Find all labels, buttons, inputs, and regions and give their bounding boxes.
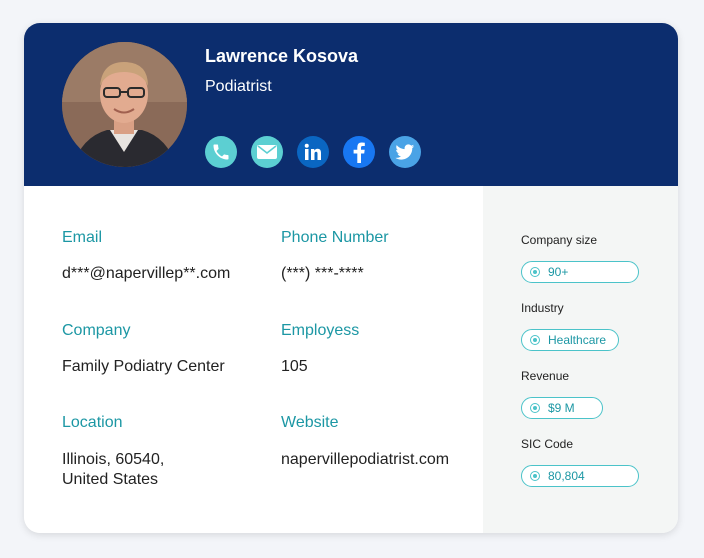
industry-value: Healthcare bbox=[548, 333, 607, 347]
company-summary: Company size 90+ Industry Healthcare Rev… bbox=[483, 186, 678, 533]
avatar bbox=[62, 42, 187, 167]
profile-header: Lawrence Kosova Podiatrist bbox=[24, 23, 678, 186]
company-value: Family Podiatry Center bbox=[62, 358, 225, 375]
sic-code-label: SIC Code bbox=[521, 437, 574, 451]
contact-details: Email d***@napervillep**.com Phone Numbe… bbox=[24, 186, 483, 533]
facebook-icon[interactable] bbox=[343, 136, 375, 168]
website-label: Website bbox=[281, 414, 339, 431]
radio-dot-icon bbox=[530, 335, 540, 345]
location-label: Location bbox=[62, 414, 123, 431]
company-size-value: 90+ bbox=[548, 265, 569, 279]
email-label: Email bbox=[62, 229, 103, 246]
company-size-label: Company size bbox=[521, 233, 598, 247]
employees-value: 105 bbox=[281, 358, 308, 375]
email-icon[interactable] bbox=[251, 136, 283, 168]
twitter-icon[interactable] bbox=[389, 136, 421, 168]
revenue-pill: $9 M bbox=[521, 397, 603, 419]
avatar-photo bbox=[62, 42, 187, 167]
website-value[interactable]: napervillepodiatrist.com bbox=[281, 450, 449, 470]
profile-name: Lawrence Kosova bbox=[205, 46, 359, 66]
revenue-label: Revenue bbox=[521, 369, 570, 383]
phone-value[interactable]: (***) ***-**** bbox=[281, 264, 364, 284]
sic-code-value: 80,804 bbox=[548, 469, 585, 483]
phone-label: Phone Number bbox=[281, 229, 389, 246]
industry-label: Industry bbox=[521, 301, 564, 315]
contact-card: Lawrence Kosova Podiatrist Email d***@na… bbox=[24, 23, 678, 533]
industry-pill: Healthcare bbox=[521, 329, 620, 351]
phone-icon[interactable] bbox=[205, 136, 237, 168]
social-links bbox=[205, 136, 421, 168]
radio-dot-icon bbox=[530, 403, 540, 413]
company-size-pill: 90+ bbox=[521, 261, 639, 283]
sic-code-pill: 80,804 bbox=[521, 465, 639, 487]
location-value-line1: Illinois, 60540, bbox=[62, 451, 165, 468]
company-label: Company bbox=[62, 322, 131, 339]
profile-title: Podiatrist bbox=[205, 78, 272, 95]
employees-label: Employess bbox=[281, 322, 360, 339]
radio-dot-icon bbox=[530, 267, 540, 277]
radio-dot-icon bbox=[530, 471, 540, 481]
revenue-value: $9 M bbox=[548, 401, 575, 415]
location-value-line2: United States bbox=[62, 471, 159, 488]
email-value[interactable]: d***@napervillep**.com bbox=[62, 264, 230, 284]
linkedin-icon[interactable] bbox=[297, 136, 329, 168]
